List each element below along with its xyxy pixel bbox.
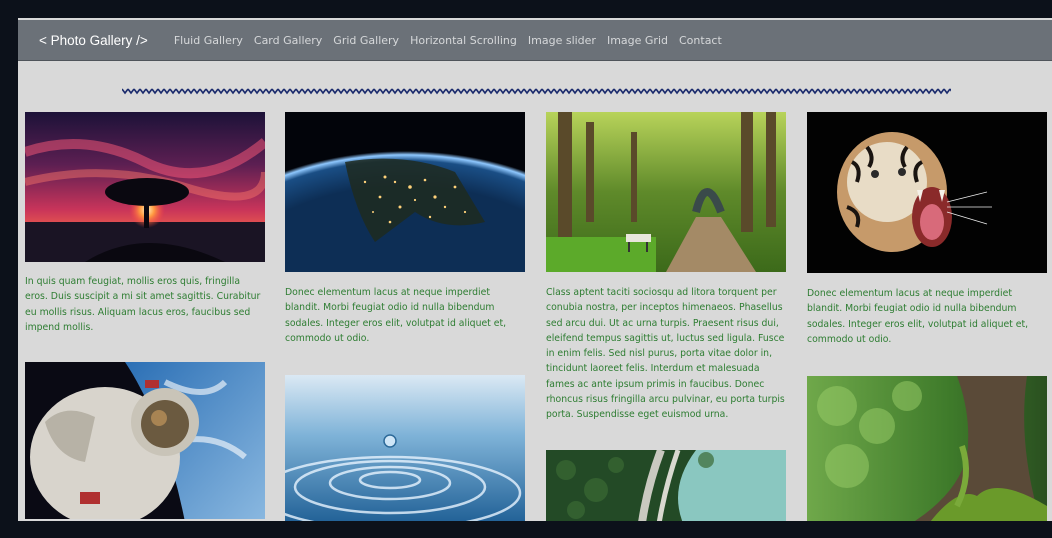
card-caption: In quis quam feugiat, mollis eros quis, … bbox=[25, 276, 261, 333]
gallery-column-4: Donec elementum lacus at neque imperdiet… bbox=[807, 112, 1047, 521]
earth-night-image[interactable] bbox=[285, 112, 525, 272]
nav-link-grid-gallery[interactable]: Grid Gallery bbox=[333, 34, 399, 47]
nav-link-contact[interactable]: Contact bbox=[679, 34, 722, 47]
card-caption: Donec elementum lacus at neque imperdiet… bbox=[807, 288, 1029, 345]
park-path-image[interactable] bbox=[546, 112, 786, 272]
mossy-tree-image[interactable] bbox=[807, 376, 1047, 521]
aerial-road-image[interactable] bbox=[546, 449, 786, 521]
astronaut-image[interactable] bbox=[25, 362, 265, 520]
gallery-column-3: Class aptent taciti sociosqu ad litora t… bbox=[546, 112, 786, 521]
gallery-column-2: Donec elementum lacus at neque imperdiet… bbox=[285, 112, 525, 521]
nav-link-card-gallery[interactable]: Card Gallery bbox=[254, 34, 322, 47]
page-frame: < Photo Gallery /> Fluid Gallery Card Ga… bbox=[18, 18, 1052, 521]
nav-link-horizontal-scrolling[interactable]: Horizontal Scrolling bbox=[410, 34, 517, 47]
tiger-image[interactable] bbox=[807, 112, 1047, 273]
zigzag-divider bbox=[122, 87, 951, 95]
card-caption: Donec elementum lacus at neque imperdiet… bbox=[285, 287, 507, 344]
water-drop-image[interactable] bbox=[285, 375, 525, 521]
brand-logo[interactable]: < Photo Gallery /> bbox=[39, 33, 148, 48]
nav-link-image-slider[interactable]: Image slider bbox=[528, 34, 596, 47]
nav-link-fluid-gallery[interactable]: Fluid Gallery bbox=[174, 34, 243, 47]
navbar: < Photo Gallery /> Fluid Gallery Card Ga… bbox=[18, 20, 1052, 61]
nav-link-image-grid[interactable]: Image Grid bbox=[607, 34, 668, 47]
card-caption: Class aptent taciti sociosqu ad litora t… bbox=[546, 287, 785, 421]
gallery-column-1: In quis quam feugiat, mollis eros quis, … bbox=[25, 112, 265, 520]
sunset-tree-image[interactable] bbox=[25, 112, 265, 262]
nav-links: Fluid Gallery Card Gallery Grid Gallery … bbox=[163, 34, 722, 47]
